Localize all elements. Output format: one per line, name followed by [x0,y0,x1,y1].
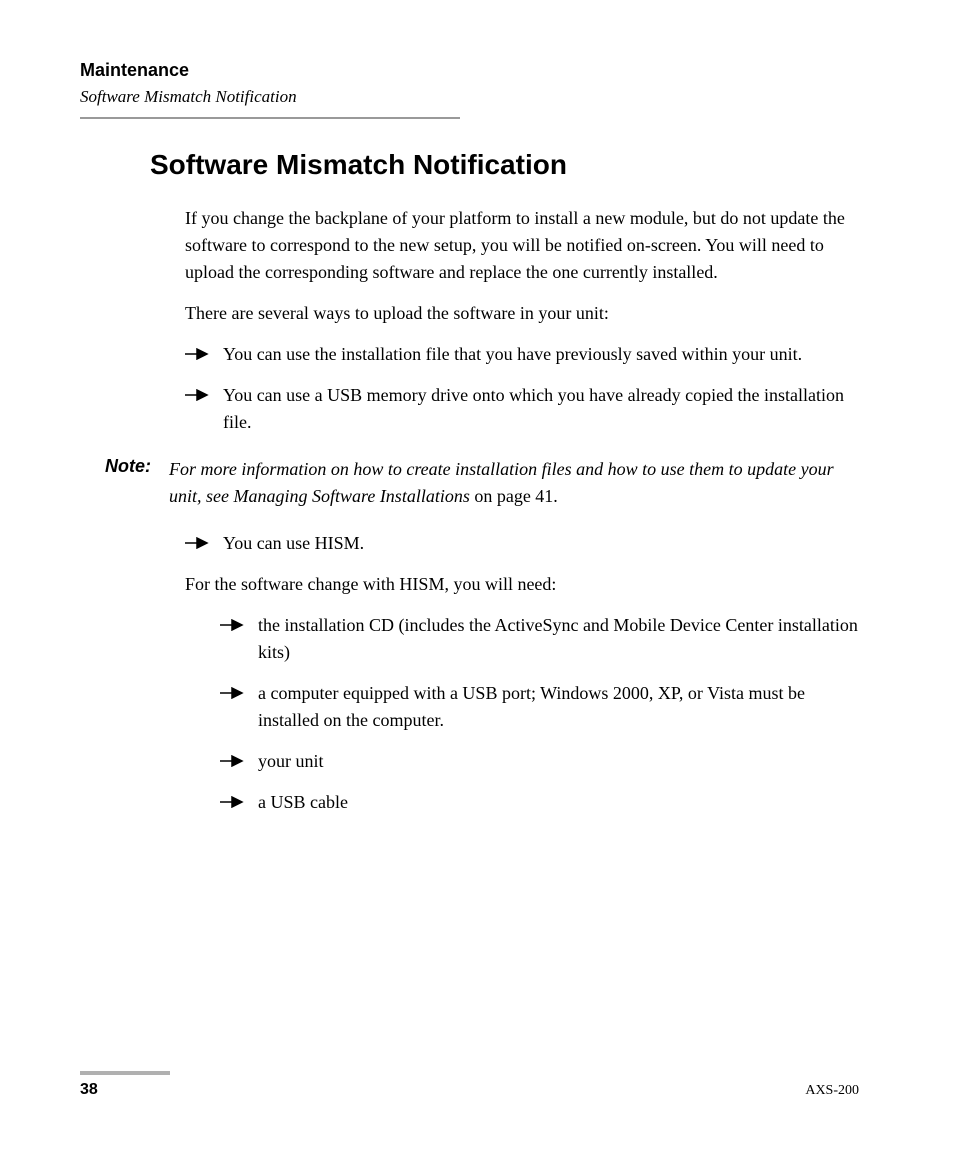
list-item: a computer equipped with a USB port; Win… [220,680,859,734]
note-text: For more information on how to create in… [169,456,859,510]
arrow-bullet-icon [185,537,209,549]
note-block: Note: For more information on how to cre… [105,456,859,510]
note-label: Note: [105,456,151,510]
list-item-text: You can use HISM. [223,533,364,553]
footer-content: 38 AXS-200 [80,1081,859,1099]
arrow-bullet-icon [220,619,244,631]
list-item: the installation CD (includes the Active… [220,612,859,666]
chapter-title: Maintenance [80,60,859,81]
list-item: a USB cable [220,789,859,816]
arrow-bullet-icon [185,348,209,360]
list-item: You can use HISM. [185,530,859,557]
arrow-bullet-icon [220,755,244,767]
section-heading: Software Mismatch Notification [150,149,859,181]
list-item-text: the installation CD (includes the Active… [258,615,858,662]
list-item-text: You can use the installation file that y… [223,344,802,364]
arrow-bullet-icon [220,687,244,699]
list-item-text: a USB cable [258,792,348,812]
main-content: Software Mismatch Notification If you ch… [150,149,859,816]
hism-need-paragraph: For the software change with HISM, you w… [185,571,859,598]
upload-ways-list: You can use the installation file that y… [185,341,859,436]
list-item-text: a computer equipped with a USB port; Win… [258,683,805,730]
intro-paragraph: If you change the backplane of your plat… [185,205,859,286]
page-number: 38 [80,1081,98,1099]
document-id: AXS-200 [805,1083,859,1099]
footer-divider [80,1071,170,1075]
list-item-text: your unit [258,751,324,771]
list-item: You can use a USB memory drive onto whic… [185,382,859,436]
list-item: You can use the installation file that y… [185,341,859,368]
arrow-bullet-icon [220,796,244,808]
requirements-list: the installation CD (includes the Active… [220,612,859,816]
ways-paragraph: There are several ways to upload the sof… [185,300,859,327]
list-item: your unit [220,748,859,775]
page-header: Maintenance Software Mismatch Notificati… [80,60,859,119]
page-footer: 38 AXS-200 [80,1071,859,1099]
header-divider [80,117,460,119]
hism-list: You can use HISM. [185,530,859,557]
section-subtitle: Software Mismatch Notification [80,87,859,107]
list-item-text: You can use a USB memory drive onto whic… [223,385,844,432]
arrow-bullet-icon [185,389,209,401]
